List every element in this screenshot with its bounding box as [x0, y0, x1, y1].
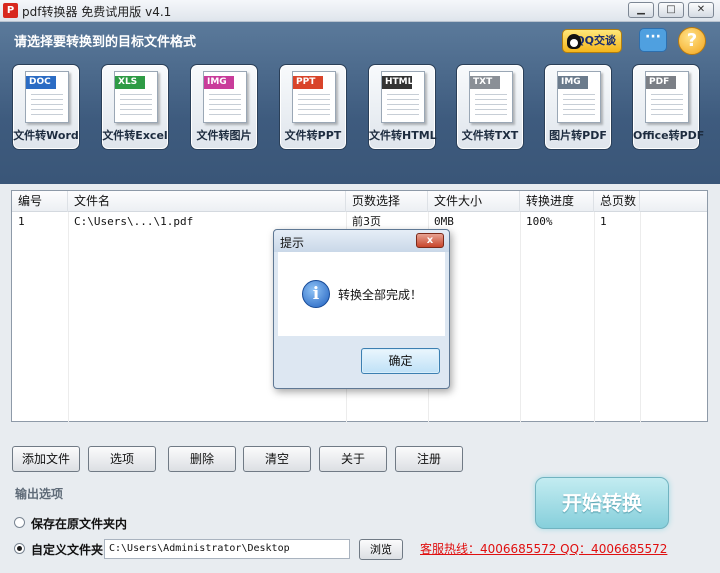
col-header-total-pages[interactable]: 总页数	[594, 191, 640, 212]
tool-label: Office转PDF	[633, 129, 705, 142]
qq-chat-label: QQ交谈	[575, 34, 616, 47]
to-image-document-icon: IMG	[203, 71, 247, 123]
cell-progress: 100%	[526, 215, 553, 228]
radio-custom-folder[interactable]	[14, 543, 25, 554]
radio-custom-folder-label[interactable]: 自定义文件夹	[31, 541, 103, 558]
dialog-close-button[interactable]: x	[416, 233, 444, 248]
chat-bubble-icon[interactable]	[639, 28, 667, 52]
document-lines	[209, 94, 241, 118]
tool-label: 文件转Excel	[102, 129, 168, 142]
col-header-file-size[interactable]: 文件大小	[428, 191, 520, 212]
column-divider	[640, 212, 641, 422]
pdf-app-icon: P	[3, 3, 18, 18]
col-header-filename[interactable]: 文件名	[68, 191, 346, 212]
add-file-button[interactable]: 添加文件	[12, 446, 80, 472]
clear-button[interactable]: 清空	[243, 446, 311, 472]
cell-index: 1	[18, 215, 25, 228]
register-button[interactable]: 注册	[395, 446, 463, 472]
document-lines	[31, 94, 63, 118]
format-tag: DOC	[26, 76, 56, 89]
column-divider	[594, 212, 595, 422]
cell-filename: C:\Users\...\1.pdf	[74, 215, 194, 228]
toolbar-title: 请选择要转换到的目标文件格式	[14, 35, 197, 50]
about-button[interactable]: 关于	[319, 446, 387, 472]
table-header: 编号 文件名 页数选择 文件大小 转换进度 总页数	[12, 191, 707, 212]
tool-to-excel-button[interactable]: XLS 文件转Excel	[101, 64, 169, 150]
tool-to-html-button[interactable]: HTML 文件转HTML	[368, 64, 437, 150]
format-tag: XLS	[115, 76, 145, 89]
output-options-label: 输出选项	[15, 487, 64, 501]
to-excel-document-icon: XLS	[114, 71, 158, 123]
qq-penguin-icon	[567, 34, 581, 49]
tool-label: 文件转Word	[13, 129, 79, 142]
delete-button[interactable]: 删除	[168, 446, 236, 472]
tool-to-word-button[interactable]: DOC 文件转Word	[12, 64, 80, 150]
completion-dialog: 提示 x i 转换全部完成！ 确定	[273, 229, 450, 389]
dialog-body: i 转换全部完成！	[278, 252, 445, 336]
image-to-pdf-document-icon: IMG	[557, 71, 601, 123]
tool-image-to-pdf-button[interactable]: IMG 图片转PDF	[544, 64, 612, 150]
document-lines	[298, 94, 330, 118]
format-tag: IMG	[558, 76, 588, 89]
column-divider	[68, 212, 69, 422]
format-tag: PDF	[646, 76, 676, 89]
document-lines	[651, 94, 683, 118]
close-button[interactable]: ✕	[688, 2, 714, 18]
title-bar: P pdf转换器 免费试用版 v4.1 ▁ □ ✕	[0, 0, 720, 22]
to-word-document-icon: DOC	[25, 71, 69, 123]
options-button[interactable]: 选项	[88, 446, 156, 472]
tool-label: 文件转PPT	[284, 129, 342, 142]
dialog-title-bar[interactable]: 提示 x	[274, 230, 449, 252]
browse-button[interactable]: 浏览	[359, 539, 403, 560]
dialog-title: 提示	[280, 236, 305, 250]
info-icon: i	[302, 280, 330, 308]
dialog-ok-button[interactable]: 确定	[361, 348, 440, 374]
document-lines	[120, 94, 152, 118]
to-html-document-icon: HTML	[381, 71, 425, 123]
document-lines	[475, 94, 507, 118]
col-header-index[interactable]: 编号	[12, 191, 68, 212]
tool-to-image-button[interactable]: IMG 文件转图片	[190, 64, 258, 150]
tool-label: 文件转HTML	[369, 129, 437, 142]
format-tag: TXT	[470, 76, 500, 89]
tool-to-txt-button[interactable]: TXT 文件转TXT	[456, 64, 524, 150]
dialog-message: 转换全部完成！	[338, 288, 423, 302]
radio-save-original-label[interactable]: 保存在原文件夹内	[31, 515, 127, 532]
format-tag: PPT	[293, 76, 323, 89]
tool-office-to-pdf-button[interactable]: PDF Office转PDF	[632, 64, 705, 150]
col-header-page-range[interactable]: 页数选择	[346, 191, 428, 212]
tool-label: 图片转PDF	[549, 129, 607, 142]
radio-save-original[interactable]	[14, 517, 25, 528]
to-ppt-document-icon: PPT	[292, 71, 336, 123]
minimize-button[interactable]: ▁	[628, 2, 654, 18]
maximize-button[interactable]: □	[658, 2, 684, 18]
tool-label: 文件转图片	[196, 129, 252, 142]
to-txt-document-icon: TXT	[469, 71, 513, 123]
start-convert-button[interactable]: 开始转换	[535, 477, 669, 529]
tool-to-ppt-button[interactable]: PPT 文件转PPT	[279, 64, 347, 150]
tool-label: 文件转TXT	[461, 129, 519, 142]
format-tag: HTML	[382, 76, 413, 89]
format-tag: IMG	[204, 76, 234, 89]
cell-total-pages: 1	[600, 215, 607, 228]
col-header-progress[interactable]: 转换进度	[520, 191, 594, 212]
format-toolbar: 请选择要转换到的目标文件格式 QQ交谈 ? DOC 文件转Word XLS 文件转Ex…	[0, 22, 720, 184]
output-path-input[interactable]: C:\Users\Administrator\Desktop	[104, 539, 350, 559]
office-to-pdf-document-icon: PDF	[645, 71, 689, 123]
document-lines	[387, 94, 419, 118]
help-icon[interactable]: ?	[678, 27, 706, 55]
qq-chat-button[interactable]: QQ交谈	[562, 29, 622, 53]
window-title: pdf转换器 免费试用版 v4.1	[22, 5, 172, 19]
document-lines	[563, 94, 595, 118]
column-divider	[520, 212, 521, 422]
support-hotline-link[interactable]: 客服热线：4006685572 QQ：4006685572	[420, 540, 667, 557]
